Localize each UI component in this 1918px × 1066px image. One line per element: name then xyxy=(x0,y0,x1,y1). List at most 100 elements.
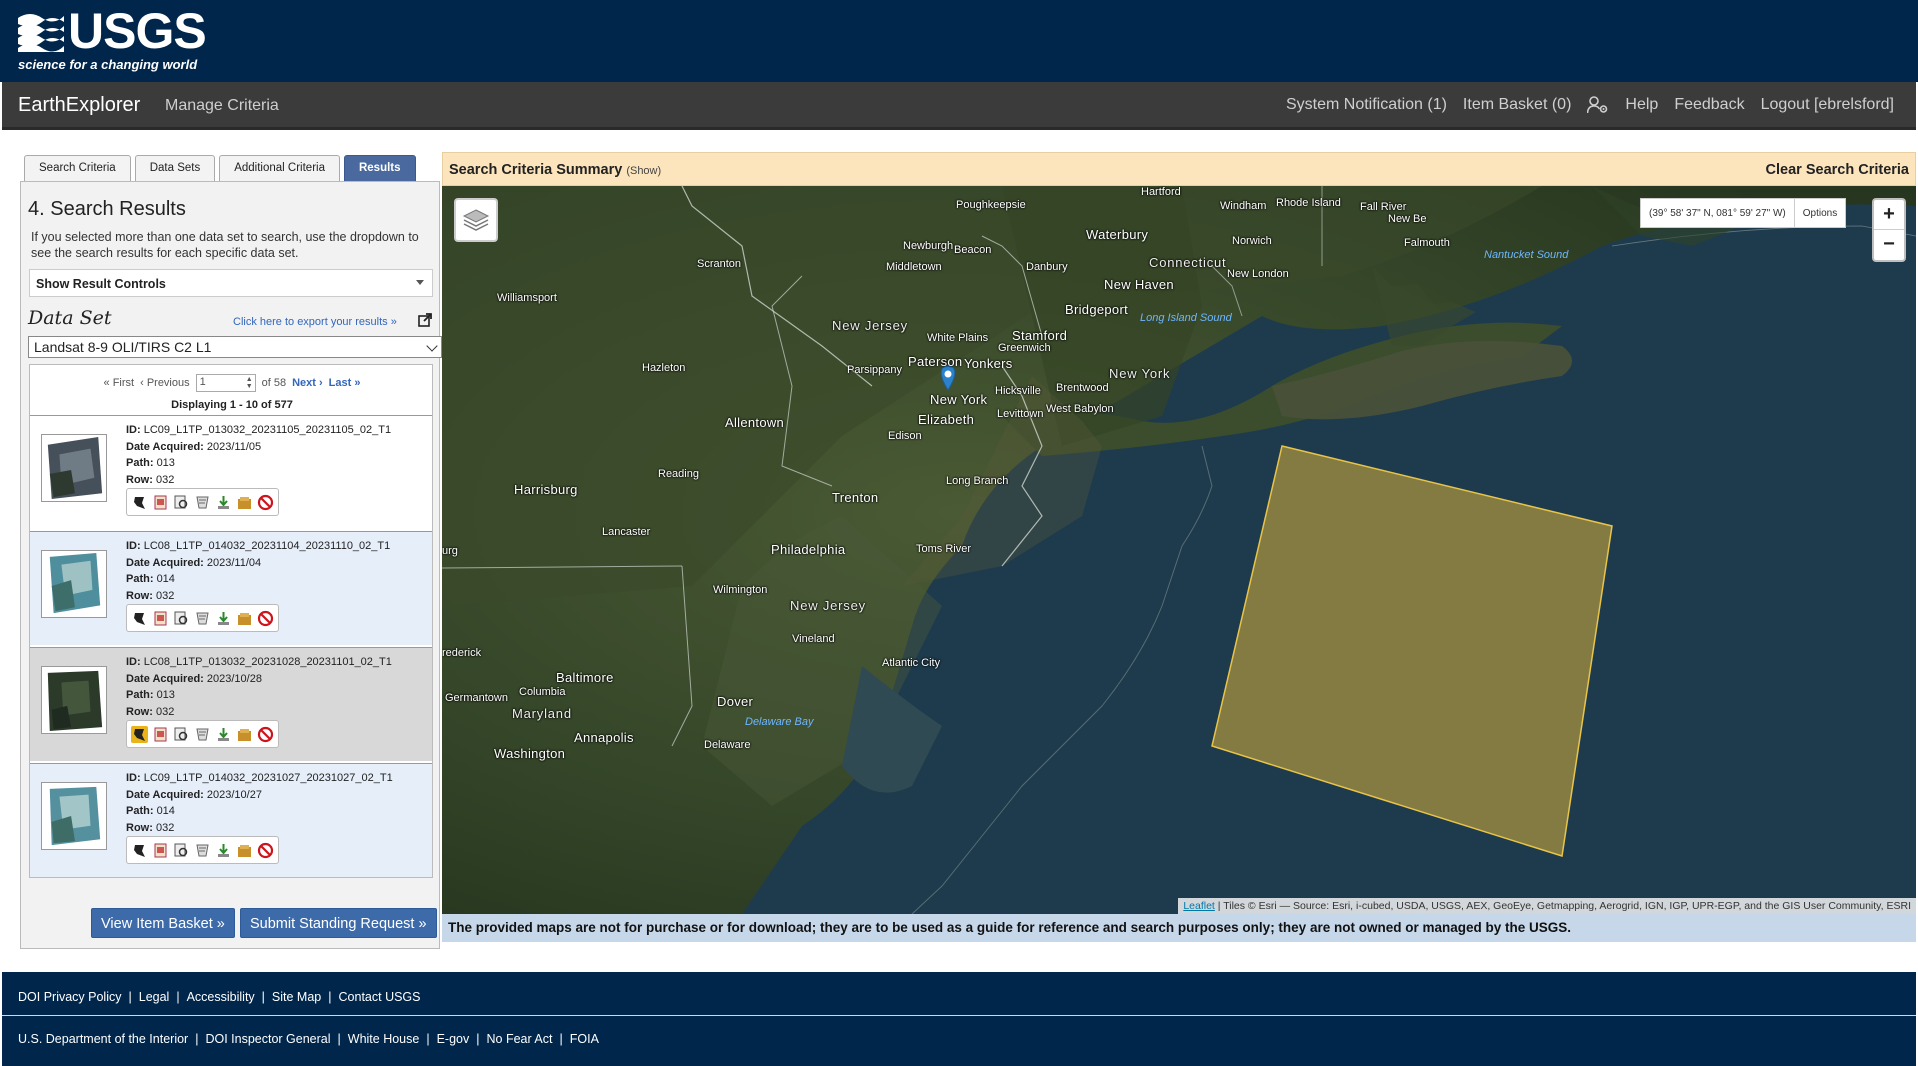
submit-standing-request-button[interactable]: Submit Standing Request » xyxy=(240,908,437,938)
show-result-controls-toggle[interactable]: Show Result Controls xyxy=(29,269,433,297)
layers-button[interactable] xyxy=(454,198,498,242)
leaflet-link[interactable]: Leaflet xyxy=(1183,900,1215,912)
previous-page-link[interactable]: ‹ Previous xyxy=(140,377,190,389)
manage-criteria-link[interactable]: Manage Criteria xyxy=(165,97,279,115)
compare-browse-icon[interactable] xyxy=(173,726,190,743)
footer-link-inspector-general[interactable]: DOI Inspector General xyxy=(205,1032,330,1046)
compare-browse-icon[interactable] xyxy=(173,494,190,511)
browse-overlay-icon[interactable] xyxy=(152,726,169,743)
add-to-basket-icon[interactable] xyxy=(236,494,253,511)
download-icon[interactable] xyxy=(215,610,232,627)
metadata-icon[interactable] xyxy=(194,494,211,511)
exclude-icon[interactable] xyxy=(257,726,274,743)
add-to-basket-icon[interactable] xyxy=(236,610,253,627)
result-thumbnail[interactable] xyxy=(41,434,107,502)
map-place-label: Baltimore xyxy=(556,670,614,685)
metadata-icon[interactable] xyxy=(194,610,211,627)
footer-link-privacy[interactable]: DOI Privacy Policy xyxy=(18,990,122,1004)
export-results-link[interactable]: Click here to export your results » xyxy=(233,316,397,328)
row-value: 032 xyxy=(155,473,175,486)
download-icon[interactable] xyxy=(215,494,232,511)
zoom-out-button[interactable]: − xyxy=(1874,230,1904,260)
exclude-icon[interactable] xyxy=(257,610,274,627)
footprint-icon[interactable] xyxy=(131,725,148,743)
logout-link[interactable]: Logout [ebrelsford] xyxy=(1761,96,1894,114)
download-icon[interactable] xyxy=(215,842,232,859)
browse-overlay-icon[interactable] xyxy=(152,842,169,859)
dataset-select[interactable]: Landsat 8-9 OLI/TIRS C2 L1 xyxy=(28,336,442,358)
footer-link-white-house[interactable]: White House xyxy=(348,1032,420,1046)
map-place-label: Fall River xyxy=(1360,201,1407,213)
metadata-icon[interactable] xyxy=(194,726,211,743)
download-icon[interactable] xyxy=(215,726,232,743)
add-to-basket-icon[interactable] xyxy=(236,726,253,743)
metadata-icon[interactable] xyxy=(194,842,211,859)
footer-link-egov[interactable]: E-gov xyxy=(437,1032,470,1046)
browse-overlay-icon[interactable] xyxy=(152,494,169,511)
nav-right-links: System Notification (1) Item Basket (0) … xyxy=(1286,96,1894,114)
user-settings-icon[interactable] xyxy=(1587,96,1609,114)
map-place-label: Maryland xyxy=(512,706,572,721)
exclude-icon[interactable] xyxy=(257,842,274,859)
tab-search-criteria[interactable]: Search Criteria xyxy=(24,155,131,181)
map-place-label: Philadelphia xyxy=(771,542,846,557)
map-place-label: Levittown xyxy=(997,408,1044,420)
last-page-link[interactable]: Last » xyxy=(329,377,361,389)
usgs-wave-icon xyxy=(18,14,64,52)
result-metadata: ID: LC09_L1TP_013032_20231105_20231105_0… xyxy=(126,422,391,488)
date-label: Date Acquired: xyxy=(126,788,204,801)
footer-link-foia[interactable]: FOIA xyxy=(570,1032,599,1046)
add-to-basket-icon[interactable] xyxy=(236,842,253,859)
result-thumbnail[interactable] xyxy=(41,782,107,850)
page-number-input[interactable]: 1 ▲ ▼ xyxy=(195,374,256,392)
result-metadata: ID: LC09_L1TP_014032_20231027_20231027_0… xyxy=(126,770,393,836)
browse-overlay-icon[interactable] xyxy=(152,610,169,627)
help-link[interactable]: Help xyxy=(1625,96,1658,114)
footer-link-no-fear-act[interactable]: No Fear Act xyxy=(487,1032,553,1046)
footer-link-legal[interactable]: Legal xyxy=(139,990,170,1004)
external-link-icon[interactable] xyxy=(418,313,432,327)
item-basket-link[interactable]: Item Basket (0) xyxy=(1463,96,1571,114)
map-viewport[interactable]: Hartford Poughkeepsie Windham Rhode Isla… xyxy=(442,186,1916,914)
system-notification-link[interactable]: System Notification (1) xyxy=(1286,96,1447,114)
id-label: ID: xyxy=(126,656,141,668)
view-item-basket-button[interactable]: View Item Basket » xyxy=(91,908,235,938)
map-place-label: Vineland xyxy=(792,633,835,645)
map-place-label: Delaware xyxy=(704,739,751,751)
coordinate-options-button[interactable]: Options xyxy=(1795,208,1845,219)
chevron-down-icon xyxy=(426,340,438,352)
usgs-logo[interactable]: USGS science for a changing world xyxy=(16,6,207,72)
tab-results[interactable]: Results xyxy=(343,155,416,181)
result-actions xyxy=(126,720,279,748)
zoom-in-button[interactable]: + xyxy=(1874,200,1904,230)
spinner-icon[interactable]: ▲ ▼ xyxy=(246,376,253,390)
feedback-link[interactable]: Feedback xyxy=(1674,96,1744,114)
result-thumbnail[interactable] xyxy=(41,666,107,734)
result-thumbnail[interactable] xyxy=(41,550,107,618)
footprint-icon[interactable] xyxy=(131,610,148,627)
map-place-label: Trenton xyxy=(832,490,879,505)
footprint-icon[interactable] xyxy=(131,494,148,511)
clear-search-criteria-link[interactable]: Clear Search Criteria xyxy=(1766,162,1909,178)
tab-data-sets[interactable]: Data Sets xyxy=(134,155,216,181)
row-label: Row: xyxy=(126,589,153,602)
map-place-label: Washington xyxy=(494,746,566,761)
footer-link-doi[interactable]: U.S. Department of the Interior xyxy=(18,1032,188,1046)
next-page-link[interactable]: Next › xyxy=(292,377,323,389)
footer-link-site-map[interactable]: Site Map xyxy=(272,990,321,1004)
footprint-icon[interactable] xyxy=(131,842,148,859)
footer-link-accessibility[interactable]: Accessibility xyxy=(187,990,255,1004)
compare-browse-icon[interactable] xyxy=(173,610,190,627)
footer-link-contact[interactable]: Contact USGS xyxy=(339,990,421,1004)
compare-browse-icon[interactable] xyxy=(173,842,190,859)
tab-additional-criteria[interactable]: Additional Criteria xyxy=(219,155,340,181)
path-value: 014 xyxy=(156,573,175,585)
exclude-icon[interactable] xyxy=(257,494,274,511)
app-brand-link[interactable]: EarthExplorer xyxy=(18,94,140,117)
first-page-link[interactable]: « First xyxy=(104,377,135,389)
map-place-label: West Babylon xyxy=(1046,403,1114,415)
map-place-label: Elizabeth xyxy=(918,412,975,427)
dataset-heading: Data Set xyxy=(28,307,112,329)
criteria-show-link[interactable]: (Show) xyxy=(626,165,661,177)
path-label: Path: xyxy=(126,573,154,585)
